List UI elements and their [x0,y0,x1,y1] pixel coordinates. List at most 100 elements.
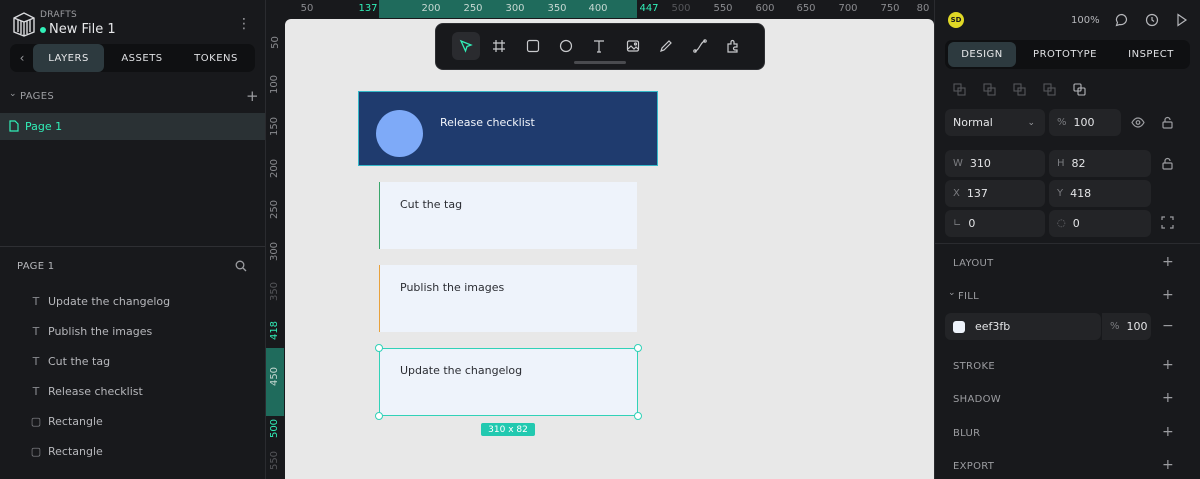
layer-item[interactable]: ▢ Rectangle [0,436,265,466]
board-tool-icon[interactable] [485,32,513,60]
resize-handle[interactable] [634,344,642,352]
height-field[interactable]: H 82 [1049,150,1151,177]
width-field[interactable]: W 310 [945,150,1045,177]
avatar-circle[interactable] [376,110,423,157]
ruler-tick: 500 [269,418,281,438]
y-field[interactable]: Y 418 [1049,180,1151,207]
ruler-tick: 350 [269,281,281,301]
ruler-tick: 150 [269,116,281,136]
add-stroke-icon[interactable]: + [1162,357,1174,373]
independent-corners-icon[interactable] [1161,216,1174,232]
ruler-tick: 200 [269,158,281,178]
send-to-back-icon[interactable] [1043,83,1056,99]
tab-tokens[interactable]: TOKENS [180,44,252,72]
layers-title: PAGE 1 [17,261,55,272]
layer-label: Update the changelog [48,294,171,308]
layer-item[interactable]: T Cut the tag [0,346,265,376]
drafts-label: DRAFTS [40,10,78,20]
ruler-tick: 137 [358,3,378,14]
send-backward-icon[interactable] [1013,83,1026,99]
add-layout-icon[interactable]: + [1162,254,1174,270]
text-tool-icon[interactable] [585,32,613,60]
add-fill-icon[interactable]: + [1162,287,1174,303]
search-layers-icon[interactable] [235,260,247,275]
toolbar-drag-handle[interactable] [574,61,626,64]
task-card-label[interactable]: Update the changelog [400,364,522,377]
ruler-tick: 447 [639,3,659,14]
layer-item[interactable]: T Publish the images [0,316,265,346]
fill-chevron-icon[interactable]: ⌄ [948,288,956,298]
task-card[interactable] [379,265,637,332]
ruler-tick: 750 [880,3,900,14]
bring-to-front-icon[interactable] [983,83,996,99]
bring-forward-icon[interactable] [953,83,966,99]
export-section-title[interactable]: EXPORT [953,461,994,472]
task-card-label[interactable]: Cut the tag [400,198,462,211]
history-icon[interactable] [1145,13,1159,30]
boolean-icon[interactable] [1073,83,1086,99]
shadow-section-title[interactable]: SHADOW [953,394,1001,405]
blur-section-title[interactable]: BLUR [953,428,980,439]
collapse-sidebar-icon[interactable]: ‹ [13,46,31,70]
blend-mode-select[interactable]: Normal ⌄ [945,109,1045,136]
penpot-logo-icon[interactable] [12,11,36,37]
add-page-icon[interactable]: + [246,87,259,105]
tab-inspect[interactable]: INSPECT [1117,42,1185,67]
comments-icon[interactable] [1115,13,1129,30]
vertical-ruler: 50 100 150 200 250 300 350 418 450 500 5… [266,18,284,479]
fill-section-title[interactable]: FILL [958,291,979,302]
path-tool-icon[interactable] [686,32,714,60]
file-menu-icon[interactable]: ⋮ [237,16,251,32]
tab-design[interactable]: DESIGN [948,42,1016,67]
task-card-label[interactable]: Publish the images [400,281,504,294]
layout-section-title[interactable]: LAYOUT [953,258,994,269]
resize-handle[interactable] [634,412,642,420]
proportion-lock-icon[interactable] [1162,157,1173,173]
rotation-field[interactable]: ∟ 0 [945,210,1045,237]
plugins-tool-icon[interactable] [719,32,747,60]
x-field[interactable]: X 137 [945,180,1045,207]
horizontal-ruler: 50 137 200 250 300 350 400 447 500 550 6… [266,0,934,18]
add-blur-icon[interactable]: + [1162,424,1174,440]
move-tool-icon[interactable] [452,32,480,60]
resize-handle[interactable] [375,412,383,420]
ruler-tick: 450 [269,366,281,386]
lock-icon[interactable] [1162,116,1173,132]
file-name[interactable]: New File 1 [49,22,116,37]
rotation-icon: ∟ [953,218,962,229]
resize-handle[interactable] [375,344,383,352]
rectangle-tool-icon[interactable] [519,32,547,60]
fill-swatch[interactable] [953,320,965,333]
play-icon[interactable] [1176,13,1188,30]
stroke-section-title[interactable]: STROKE [953,361,995,372]
layer-label: Rectangle [48,414,103,428]
ruler-tick: 550 [269,450,281,470]
tab-layers[interactable]: LAYERS [33,44,104,72]
layer-opacity-field[interactable]: % 100 [1049,109,1121,136]
fill-color-field[interactable]: eef3fb [945,313,1101,340]
visibility-eye-icon[interactable] [1131,117,1145,131]
tab-prototype[interactable]: PROTOTYPE [1024,42,1106,67]
header-title[interactable]: Release checklist [440,116,535,129]
zoom-level[interactable]: 100% [1071,15,1100,26]
ellipse-tool-icon[interactable] [552,32,580,60]
layer-item[interactable]: ▢ Rectangle [0,406,265,436]
pages-chevron-icon[interactable]: ⌄ [9,89,17,99]
pencil-tool-icon[interactable] [652,32,680,60]
remove-fill-icon[interactable]: − [1162,318,1174,334]
page-item-label: Page 1 [25,120,63,133]
section-divider [935,243,1200,244]
avatar[interactable]: SD [948,12,964,28]
task-card-selected[interactable] [379,348,638,416]
layer-item[interactable]: T Update the changelog [0,286,265,316]
ruler-tick: 50 [300,3,314,14]
task-card[interactable] [379,182,637,249]
image-tool-icon[interactable] [619,32,647,60]
fill-opacity-field[interactable]: % 100 [1101,313,1151,340]
rectangle-icon: ▢ [30,444,42,458]
layer-item[interactable]: T Release checklist [0,376,265,406]
tab-assets[interactable]: ASSETS [107,44,177,72]
radius-field[interactable]: ◌ 0 [1049,210,1151,237]
add-shadow-icon[interactable]: + [1162,390,1174,406]
add-export-icon[interactable]: + [1162,457,1174,473]
